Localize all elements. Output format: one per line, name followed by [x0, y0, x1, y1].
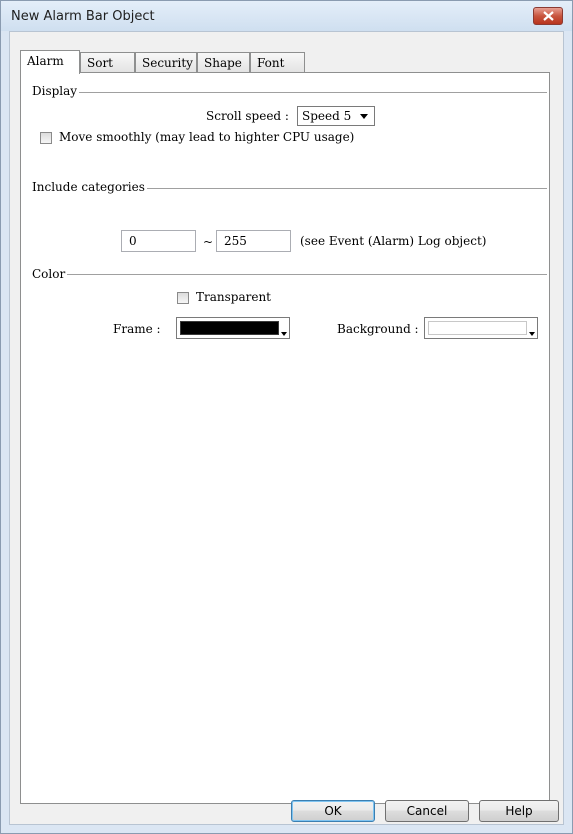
range-separator: ~ — [203, 235, 214, 249]
transparent-checkbox[interactable] — [177, 292, 189, 304]
display-group-line — [79, 92, 547, 93]
move-smoothly-label: Move smoothly (may lead to highter CPU u… — [59, 130, 355, 144]
scroll-speed-select[interactable]: Speed 5 — [297, 106, 375, 126]
frame-color-label: Frame : — [113, 322, 161, 336]
background-color-label: Background : — [337, 322, 419, 336]
dropdown-arrow-icon — [529, 332, 535, 336]
tab-security[interactable]: Security — [135, 52, 197, 72]
dialog-window: New Alarm Bar Object Alarm Sort Security… — [0, 0, 573, 834]
category-note: (see Event (Alarm) Log object) — [300, 234, 487, 248]
tab-font[interactable]: Font — [250, 52, 305, 72]
chevron-down-icon — [360, 114, 368, 119]
background-color-swatch — [428, 321, 527, 335]
frame-color-swatch — [180, 321, 279, 335]
dialog-client-area: Alarm Sort Security Shape Font Display S… — [9, 31, 564, 825]
display-group-label: Display — [32, 84, 80, 98]
color-group-line — [67, 274, 547, 275]
frame-color-picker[interactable] — [176, 317, 290, 339]
transparent-label: Transparent — [196, 290, 272, 304]
title-bar[interactable]: New Alarm Bar Object — [1, 1, 572, 31]
move-smoothly-checkbox[interactable] — [40, 132, 52, 144]
category-from-input[interactable]: 0 — [121, 230, 196, 252]
scroll-speed-label: Scroll speed : — [206, 109, 289, 123]
close-button[interactable] — [533, 7, 563, 25]
tab-sort[interactable]: Sort — [80, 52, 135, 72]
alarm-tab-panel: Display Scroll speed : Speed 5 Move smoo… — [20, 72, 550, 804]
category-to-value: 255 — [224, 234, 247, 248]
dropdown-arrow-icon — [281, 332, 287, 336]
cancel-button[interactable]: Cancel — [385, 800, 469, 822]
category-to-input[interactable]: 255 — [216, 230, 291, 252]
window-title: New Alarm Bar Object — [11, 9, 155, 24]
tab-shape[interactable]: Shape — [197, 52, 250, 72]
help-button[interactable]: Help — [479, 800, 559, 822]
ok-button[interactable]: OK — [291, 800, 375, 822]
close-icon — [543, 11, 554, 21]
include-categories-group-line — [136, 188, 547, 189]
include-categories-group-label: Include categories — [32, 180, 147, 194]
background-color-picker[interactable] — [424, 317, 538, 339]
scroll-speed-value: Speed 5 — [302, 109, 352, 123]
tab-alarm[interactable]: Alarm — [20, 50, 80, 74]
color-group-label: Color — [32, 267, 68, 281]
category-from-value: 0 — [129, 234, 137, 248]
